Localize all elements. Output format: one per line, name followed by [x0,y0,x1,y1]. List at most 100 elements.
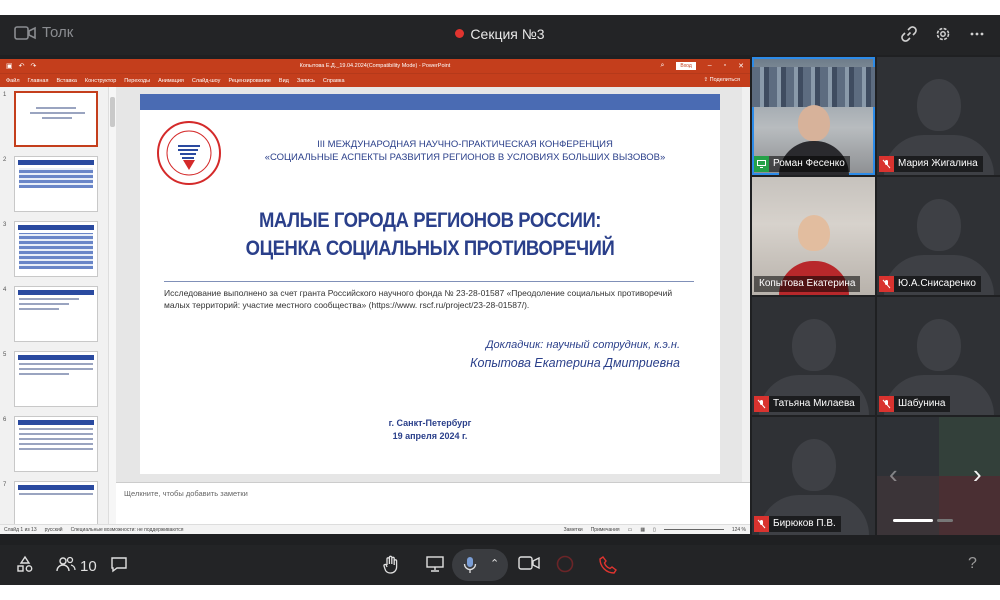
top-bar: Толк Секция №3 [0,15,1000,55]
participant-label: Мария Жигалина [879,156,983,172]
more-icon[interactable] [968,25,986,43]
slide-editor: III МЕЖДУНАРОДНАЯ НАУЧНО-ПРАКТИЧЕСКАЯ КО… [116,87,750,482]
screen-share-button-icon[interactable] [425,555,445,573]
next-page-icon[interactable]: › [973,459,982,490]
conference-line-2: «СОЦИАЛЬНЫЕ АСПЕКТЫ РАЗВИТИЯ РЕГИОНОВ В … [264,152,666,163]
view-reading-icon[interactable]: ▯ [653,527,656,533]
ppt-minimize-icon[interactable]: – [708,62,712,70]
ppt-login-button[interactable]: Вход [676,62,696,70]
place-date: г. Санкт-Петербург 19 апреля 2024 г. [140,417,720,443]
ppt-share-button[interactable]: ⇪ Поделиться [703,77,740,83]
slide-thumbnail-3[interactable] [14,221,98,277]
slide-thumbnail-2[interactable] [14,156,98,212]
participant-label: Бирюков П.В. [754,516,841,532]
gear-icon[interactable] [934,25,952,43]
people-icon [56,555,76,578]
slide-thumbnail-1[interactable] [14,91,98,147]
participant-face [797,105,830,141]
current-slide[interactable]: III МЕЖДУНАРОДНАЯ НАУЧНО-ПРАКТИЧЕСКАЯ КО… [140,94,720,474]
shapes-icon[interactable] [16,555,34,573]
recording-indicator-icon [455,29,465,38]
page-indicator [893,519,953,522]
view-sorter-icon[interactable]: ▦ [640,527,645,533]
status-comments-button[interactable]: Примечания [591,527,620,533]
menu-file[interactable]: Файл [6,78,20,84]
participant-tile-snisarenko[interactable]: Ю.А.Снисаренко [877,177,1000,295]
conference-title: III МЕЖДУНАРОДНАЯ НАУЧНО-ПРАКТИЧЕСКАЯ КО… [245,138,685,164]
speaker-role: Докладчик: научный сотрудник, к.э.н. [485,339,680,351]
camera-icon[interactable] [518,555,540,571]
slide-thumbnail-6[interactable] [14,416,98,472]
menu-record[interactable]: Запись [297,78,315,84]
city: г. Санкт-Петербург [388,418,472,428]
mic-muted-icon [879,396,894,412]
slide-header-band [140,94,720,110]
zoom-level[interactable]: 124 % [732,527,746,533]
participant-tile-roman[interactable]: Роман Фесенко [752,57,875,175]
participant-name: Татьяна Милаева [773,398,855,409]
slide-scrollbar[interactable] [742,87,750,482]
slide-thumbnail-4[interactable] [14,286,98,342]
section-name: Секция №3 [470,26,545,42]
menu-home[interactable]: Главная [28,78,49,84]
menu-review[interactable]: Рецензирование [228,78,270,84]
bookshelf-background [752,67,875,107]
microphone-button[interactable]: ⌃ [452,549,508,581]
mic-muted-icon [754,516,769,532]
app-window: Толк Секция №3 ▣ ↶ ↷ Копытова Е.Д._19.04.2… [0,15,1000,585]
vologda-center-logo [156,120,222,186]
slide-title: МАЛЫЕ ГОРОДА РЕГИОНОВ РОССИИ: ОЦЕНКА СОЦ… [210,207,650,263]
help-icon[interactable]: ? [968,555,977,573]
status-notes-button[interactable]: Заметки [564,527,583,533]
speaker-block: Докладчик: научный сотрудник, к.э.н. Коп… [470,336,680,372]
ppt-filename: Копытова Е.Д._19.04.2024(Compatibility M… [299,63,451,69]
zoom-slider[interactable] [663,529,724,530]
thumb-number: 6 [3,417,7,423]
menu-transitions[interactable]: Переходы [124,78,150,84]
ppt-status-bar: Слайд 1 из 13 русский Специальные возмож… [0,524,750,534]
slide-title-line-2: ОЦЕНКА СОЦИАЛЬНЫХ ПРОТИВОРЕЧИЙ [245,237,615,260]
slide-thumbnail-7[interactable] [14,481,98,524]
status-language[interactable]: русский [45,527,63,533]
menu-slideshow[interactable]: Слайд-шоу [192,78,221,84]
participant-name: Ю.А.Снисаренко [898,278,976,289]
chevron-up-icon[interactable]: ⌃ [490,557,499,570]
participant-tile-maria[interactable]: Мария Жигалина [877,57,1000,175]
link-icon[interactable] [900,25,918,43]
ppt-body: 1 2 3 4 5 6 7 III МЕЖДУНАРОДНАЯ НАУЧНО-П… [0,87,750,524]
participant-label: Копытова Екатерина [754,276,861,292]
slide-thumbnail-5[interactable] [14,351,98,407]
thumb-number: 1 [3,92,7,98]
menu-design[interactable]: Конструктор [85,78,116,84]
record-icon[interactable] [556,555,574,573]
thumb-number: 2 [3,157,7,163]
notes-placeholder: Щелкните, чтобы добавить заметки [124,489,248,498]
participants-button[interactable]: 10 [56,555,97,578]
thumbnails-scrollbar[interactable] [108,87,116,524]
prev-page-icon[interactable]: ‹ [889,459,898,490]
ppt-search-icon[interactable]: ⌕ [661,62,665,70]
status-slide-counter: Слайд 1 из 13 [4,526,37,533]
status-accessibility[interactable]: Специальные возможности: не поддерживают… [71,527,184,533]
mic-muted-icon [879,156,894,172]
menu-view[interactable]: Вид [279,78,289,84]
view-normal-icon[interactable]: ▭ [628,527,633,533]
participant-tile-milaeva[interactable]: Татьяна Милаева [752,297,875,415]
participant-tile-kopytova[interactable]: Копытова Екатерина [752,177,875,295]
participants-count: 10 [80,558,97,575]
raise-hand-icon[interactable] [382,555,400,575]
ppt-maximize-icon[interactable]: ▫ [724,62,726,70]
chat-icon[interactable] [110,555,128,573]
ppt-close-icon[interactable]: ✕ [738,62,744,70]
mic-muted-icon [879,276,894,292]
menu-help[interactable]: Справка [323,78,345,84]
participant-name: Бирюков П.В. [773,518,836,529]
date: 19 апреля 2024 г. [392,431,468,441]
participant-tile-shabunina[interactable]: Шабунина [877,297,1000,415]
menu-insert[interactable]: Вставка [56,78,76,84]
hang-up-icon[interactable] [598,555,618,575]
menu-animation[interactable]: Анимация [158,78,184,84]
participant-tile-biryukov[interactable]: Бирюков П.В. [752,417,875,535]
notes-pane[interactable]: Щелкните, чтобы добавить заметки [116,482,750,524]
thumb-number: 7 [3,482,7,488]
